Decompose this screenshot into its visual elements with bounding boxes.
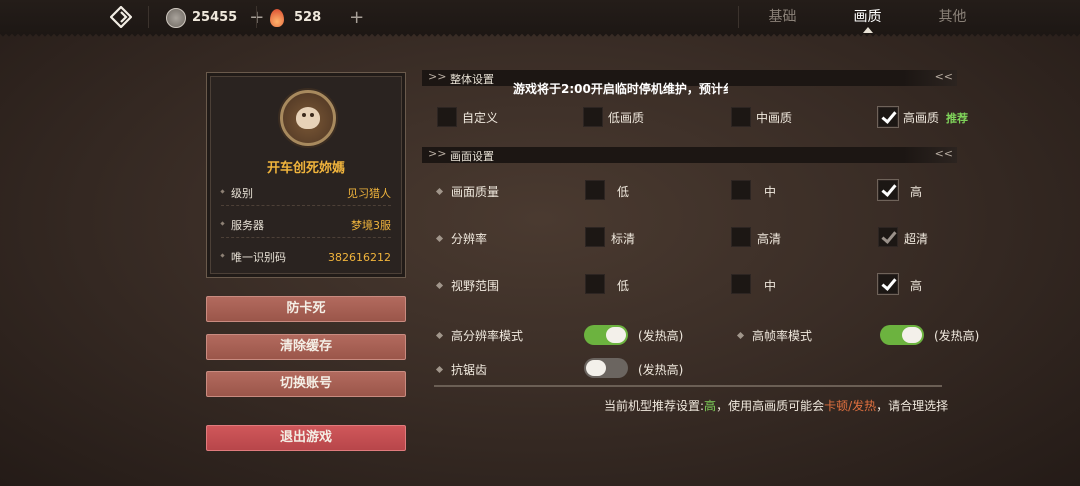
high-quality-checkbox[interactable] [878, 107, 898, 127]
row-label: 视野范围 [437, 277, 499, 294]
anti-stuck-button[interactable]: 防卡死 [206, 296, 406, 322]
profile-card: 开车创死妳媽 级别 见习猎人 服务器 梦境3服 唯一识别码 382616212 [206, 72, 406, 278]
row-label: 高帧率模式 [738, 327, 812, 344]
silver-coin-icon [166, 7, 186, 28]
high-framerate-toggle[interactable] [880, 325, 924, 345]
divider [148, 6, 149, 28]
divider [256, 6, 257, 28]
footer-middle: ，使用高画质可能会 [716, 399, 825, 413]
chevron-right-icon: >> [428, 70, 447, 83]
recommend-footer: 当前机型推荐设置:高，使用高画质可能会卡顿/发热，请合理选择 [604, 397, 948, 414]
toggle-knob [606, 327, 626, 343]
switch-account-button[interactable]: 切换账号 [206, 371, 406, 397]
app-logo-icon[interactable] [110, 6, 132, 28]
option-label: 中 [764, 185, 777, 199]
tab-other[interactable]: 其他 [910, 0, 995, 34]
picture-quality-mid-checkbox[interactable] [731, 180, 751, 200]
row-label: 高分辨率模式 [437, 327, 523, 344]
option-label: 高清 [757, 232, 782, 246]
resolution-uhd-checkbox[interactable] [878, 227, 898, 247]
option-label: 中 [764, 279, 777, 293]
info-key: 服务器 [221, 217, 264, 233]
recommend-badge: 推荐 [946, 112, 968, 125]
exit-game-button[interactable]: 退出游戏 [206, 425, 406, 451]
info-value: 见习猎人 [347, 187, 391, 200]
picture-settings-header: >> 画面设置 << [422, 147, 957, 163]
info-value: 382616212 [328, 250, 391, 264]
clear-cache-button[interactable]: 清除缓存 [206, 334, 406, 360]
option-label: 低画质 [608, 111, 645, 125]
tab-graphics[interactable]: 画质 [825, 0, 910, 34]
footer-warn: 卡顿/发热 [824, 399, 877, 413]
option-label: 高画质 [903, 111, 940, 125]
picture-quality-high-checkbox[interactable] [878, 180, 898, 200]
top-bar-border [0, 34, 1080, 40]
settings-tabs: 基础 画质 其他 [740, 0, 995, 34]
low-quality-checkbox[interactable] [583, 107, 603, 127]
section-title: 整体设置 [450, 73, 494, 86]
fire-icon [270, 8, 284, 27]
option-label: 超清 [904, 232, 929, 246]
row-label: 画面质量 [437, 183, 499, 200]
toggle-knob [586, 360, 606, 376]
avatar[interactable] [280, 90, 336, 146]
maintenance-notice: 游戏将于2:00开启临时停机维护，预计纟 [513, 82, 728, 96]
divider [738, 6, 739, 28]
footer-prefix: 当前机型推荐设置: [604, 399, 705, 413]
info-row-uid: 唯一识别码 382616212 [221, 245, 391, 269]
option-label: 低 [617, 279, 630, 293]
anti-aliasing-toggle[interactable] [584, 358, 628, 378]
player-name: 开车创死妳媽 [266, 161, 345, 176]
view-range-mid-checkbox[interactable] [731, 274, 751, 294]
option-label: 高 [910, 185, 923, 199]
info-value: 梦境3服 [351, 219, 391, 232]
footer-suffix: ，请合理选择 [876, 399, 949, 413]
view-range-high-checkbox[interactable] [878, 274, 898, 294]
divider [434, 385, 942, 387]
silver-count: 25455 [192, 10, 238, 25]
avatar-face-icon [296, 107, 320, 129]
custom-quality-checkbox[interactable] [437, 107, 457, 127]
high-resolution-toggle[interactable] [584, 325, 628, 345]
heat-hint: (发热高) [934, 329, 980, 343]
chevron-left-icon: << [934, 70, 953, 83]
silver-currency: 25455 + [166, 7, 264, 28]
heat-hint: (发热高) [638, 363, 684, 377]
heat-hint: (发热高) [638, 329, 684, 343]
info-key: 级别 [221, 185, 253, 201]
medium-quality-checkbox[interactable] [731, 107, 751, 127]
option-label: 高 [910, 279, 923, 293]
chevron-left-icon: << [934, 147, 953, 160]
add-fire-button[interactable]: + [349, 7, 364, 28]
row-label: 分辨率 [437, 230, 487, 247]
footer-level: 高 [704, 399, 717, 413]
view-range-low-checkbox[interactable] [585, 274, 605, 294]
resolution-sd-checkbox[interactable] [585, 227, 605, 247]
info-row-level: 级别 见习猎人 [221, 181, 391, 206]
info-key: 唯一识别码 [221, 249, 286, 265]
chevron-right-icon: >> [428, 147, 447, 160]
fire-count: 528 [294, 10, 322, 25]
resolution-hd-checkbox[interactable] [731, 227, 751, 247]
option-label: 标清 [611, 232, 636, 246]
section-title: 画面设置 [450, 150, 494, 163]
option-label: 低 [617, 185, 630, 199]
row-label: 抗锯齿 [437, 361, 487, 378]
info-row-server: 服务器 梦境3服 [221, 213, 391, 238]
fire-currency: 528 + [270, 7, 364, 28]
tab-basic[interactable]: 基础 [740, 0, 825, 34]
picture-quality-low-checkbox[interactable] [585, 180, 605, 200]
option-label: 自定义 [462, 111, 499, 125]
toggle-knob [902, 327, 922, 343]
option-label: 中画质 [756, 111, 793, 125]
